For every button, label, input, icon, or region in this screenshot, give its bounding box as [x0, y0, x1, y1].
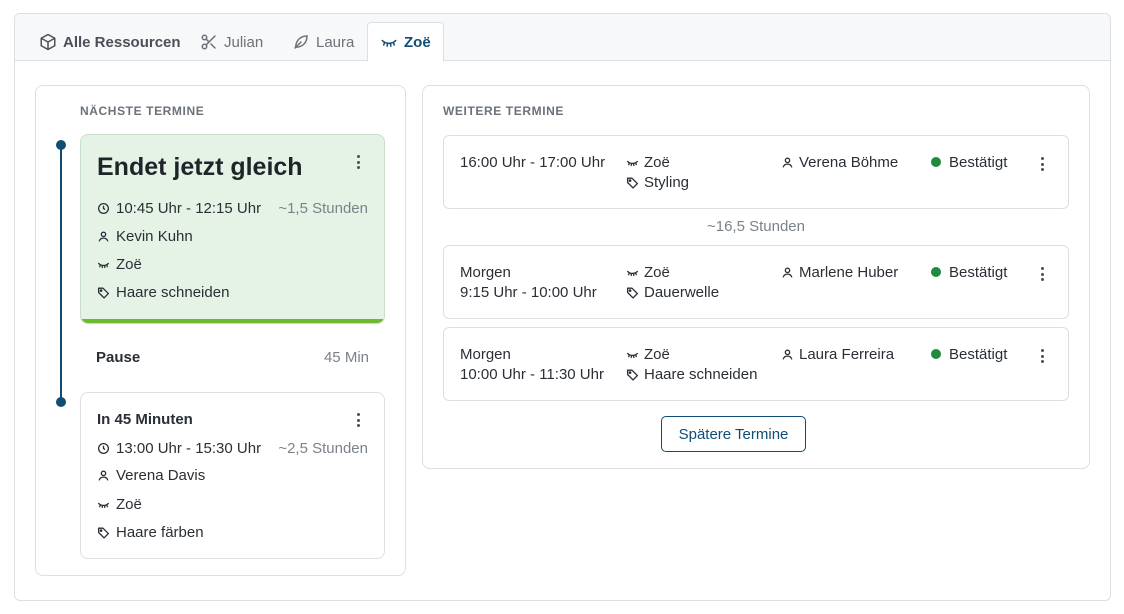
service-row: Haare schneiden: [97, 284, 229, 301]
tab-label: Laura: [316, 33, 355, 51]
tab-laura[interactable]: Laura: [280, 22, 366, 62]
tab-julian[interactable]: Julian: [188, 22, 275, 62]
appointment-row[interactable]: Morgen 10:00 Uhr - 11:30 Uhr Zoë Haare s…: [443, 327, 1069, 401]
resource-row: Zoë: [97, 256, 142, 273]
cube-icon: [40, 33, 56, 51]
customer-row: Kevin Kuhn: [97, 228, 193, 245]
tab-all-resources[interactable]: Alle Ressourcen: [27, 22, 193, 62]
eyelashes-icon: [626, 160, 639, 167]
appointment-date: Morgen: [460, 264, 511, 281]
resource: Zoë: [626, 154, 670, 171]
tag-icon: [626, 177, 639, 189]
next-appointment-card[interactable]: In 45 Minuten 13:00 Uhr - 15:30 Uhr ~2,5…: [80, 392, 385, 559]
timeline-dot: [56, 397, 66, 407]
service: Styling: [626, 174, 689, 191]
next-appointment-title: In 45 Minuten: [97, 411, 193, 428]
service: Haare schneiden: [626, 366, 757, 383]
current-appointment-title: Endet jetzt gleich: [97, 153, 303, 181]
pause-duration: 45 Min: [323, 349, 369, 366]
resource-row: Zoë: [97, 496, 142, 513]
next-appointments-panel: NÄCHSTE TERMINE Endet jetzt gleich 10:45…: [35, 85, 406, 576]
pause-label: Pause: [96, 349, 141, 366]
section-label: WEITERE TERMINE: [443, 104, 565, 118]
resource-tabs: Alle Ressourcen Julian Laura Zoë: [15, 14, 1110, 62]
duration: ~1,5 Stunden: [278, 200, 368, 217]
section-label: NÄCHSTE TERMINE: [80, 104, 205, 118]
service-row: Haare färben: [97, 524, 204, 541]
more-options-button[interactable]: [350, 411, 366, 429]
time-row: 10:45 Uhr - 12:15 Uhr: [97, 200, 261, 217]
customer-row: Verena Davis: [97, 467, 205, 484]
tab-zoe[interactable]: Zoë: [367, 22, 444, 62]
tab-label: Julian: [224, 33, 264, 51]
customer: Verena Böhme: [781, 154, 898, 171]
appointment-row[interactable]: Morgen 9:15 Uhr - 10:00 Uhr Zoë Dauerwel…: [443, 245, 1069, 319]
resource: Zoë: [626, 346, 670, 363]
status-dot: [931, 349, 941, 359]
service: Dauerwelle: [626, 284, 719, 301]
appointment-time: 9:15 Uhr - 10:00 Uhr: [460, 284, 597, 301]
eyelashes-icon: [381, 39, 397, 47]
customer: Marlene Huber: [781, 264, 898, 281]
status: Bestätigt: [931, 346, 1007, 363]
clock-icon: [97, 442, 110, 455]
tab-label: Zoë: [404, 33, 431, 51]
timeline-dot: [56, 140, 66, 150]
more-options-button[interactable]: [1034, 155, 1050, 173]
resource: Zoë: [626, 264, 670, 281]
duration: ~2,5 Stunden: [278, 440, 368, 457]
appointment-date: Morgen: [460, 346, 511, 363]
current-appointment-card[interactable]: Endet jetzt gleich 10:45 Uhr - 12:15 Uhr…: [80, 134, 385, 324]
appointment-time: 10:00 Uhr - 11:30 Uhr: [460, 366, 604, 383]
gap-label: ~16,5 Stunden: [706, 218, 805, 235]
tag-icon: [626, 369, 639, 381]
eyelashes-icon: [626, 352, 639, 359]
eyelashes-icon: [97, 502, 110, 509]
tab-label: Alle Ressourcen: [63, 33, 181, 51]
status-dot: [931, 267, 941, 277]
person-icon: [98, 231, 109, 242]
more-options-button[interactable]: [1034, 265, 1050, 283]
eyelashes-icon: [626, 270, 639, 277]
status: Bestätigt: [931, 264, 1007, 281]
person-icon: [782, 349, 793, 360]
appointment-row[interactable]: 16:00 Uhr - 17:00 Uhr Zoë Styling Verena…: [443, 135, 1069, 209]
status: Bestätigt: [931, 154, 1007, 171]
time-row: 13:00 Uhr - 15:30 Uhr: [97, 440, 261, 457]
further-appointments-panel: WEITERE TERMINE 16:00 Uhr - 17:00 Uhr Zo…: [422, 85, 1090, 469]
tag-icon: [626, 287, 639, 299]
scissors-icon: [201, 34, 216, 50]
later-appointments-button[interactable]: Spätere Termine: [661, 416, 806, 452]
appointments-widget: Alle Ressourcen Julian Laura Zoë NÄCHSTE…: [14, 13, 1111, 601]
progress-bar: [81, 319, 384, 323]
person-icon: [782, 157, 793, 168]
timeline-line: [60, 144, 62, 402]
eyelashes-icon: [97, 262, 110, 269]
tag-icon: [97, 527, 110, 539]
clock-icon: [97, 202, 110, 215]
more-options-button[interactable]: [1034, 347, 1050, 365]
person-icon: [782, 267, 793, 278]
status-dot: [931, 157, 941, 167]
more-options-button[interactable]: [350, 153, 366, 171]
tag-icon: [97, 287, 110, 299]
appointment-time: 16:00 Uhr - 17:00 Uhr: [460, 154, 606, 171]
person-icon: [98, 470, 109, 481]
customer: Laura Ferreira: [781, 346, 894, 363]
leaf-icon: [294, 35, 308, 49]
